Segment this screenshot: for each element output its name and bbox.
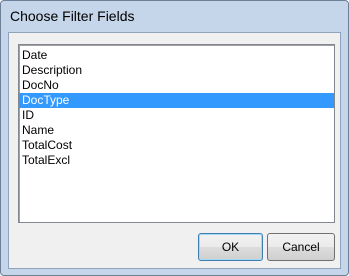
list-item-name[interactable]: Name — [19, 123, 334, 138]
list-item-doctype[interactable]: DocType — [19, 93, 334, 108]
choose-filter-fields-dialog: Choose Filter Fields Date Description Do… — [0, 0, 349, 276]
window-title: Choose Filter Fields — [10, 8, 135, 24]
ok-button[interactable]: OK — [198, 233, 263, 261]
list-item-docno[interactable]: DocNo — [19, 78, 334, 93]
cancel-button[interactable]: Cancel — [267, 233, 335, 261]
list-item-description[interactable]: Description — [19, 63, 334, 78]
filter-fields-list: Date Description DocNo DocType ID Name T… — [19, 48, 334, 168]
list-item-date[interactable]: Date — [19, 48, 334, 63]
list-item-id[interactable]: ID — [19, 108, 334, 123]
dialog-content: Date Description DocNo DocType ID Name T… — [8, 32, 341, 269]
filter-fields-listbox[interactable]: Date Description DocNo DocType ID Name T… — [18, 44, 335, 223]
list-item-totalcost[interactable]: TotalCost — [19, 138, 334, 153]
list-item-totalexcl[interactable]: TotalExcl — [19, 153, 334, 168]
title-bar[interactable]: Choose Filter Fields — [1, 1, 348, 32]
